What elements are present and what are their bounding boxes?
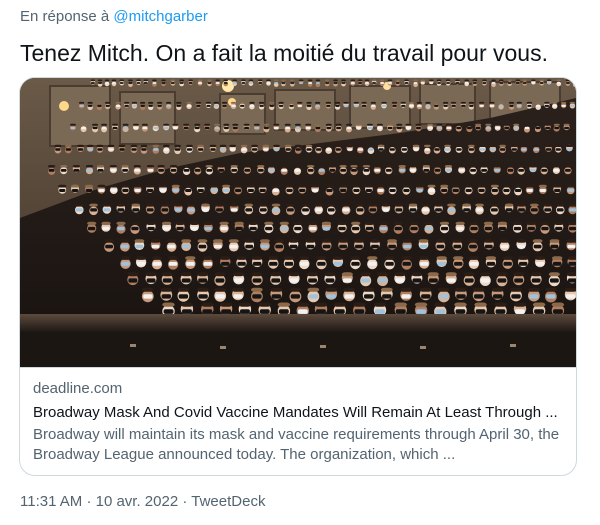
card-description: Broadway will maintain its mask and vacc… [33, 426, 560, 463]
reply-context: En réponse à @mitchgarber [20, 8, 208, 25]
card-domain: deadline.com [33, 380, 123, 397]
tweet-date[interactable]: 10 avr. 2022 [96, 493, 179, 510]
tweet-time[interactable]: 11:31 AM [20, 493, 82, 510]
reply-prefix: En réponse à [20, 8, 110, 25]
card-title: Broadway Mask And Covid Vaccine Mandates… [33, 404, 558, 421]
tweet-timestamp[interactable]: 11:31 AM · 10 avr. 2022 · TweetDeck [20, 493, 265, 510]
theater-audience-photo [20, 78, 576, 367]
link-card[interactable]: deadline.com Broadway Mask And Covid Vac… [19, 77, 577, 476]
balcony-rail [20, 314, 576, 332]
tweet-source[interactable]: TweetDeck [191, 493, 265, 510]
meta-separator: · [86, 493, 92, 510]
mention-link[interactable]: @mitchgarber [113, 8, 207, 25]
meta-separator: · [182, 493, 188, 510]
card-image[interactable] [20, 78, 576, 368]
tweet-text: Tenez Mitch. On a fait la moitié du trav… [20, 40, 548, 66]
card-body[interactable]: deadline.com Broadway Mask And Covid Vac… [33, 379, 564, 465]
